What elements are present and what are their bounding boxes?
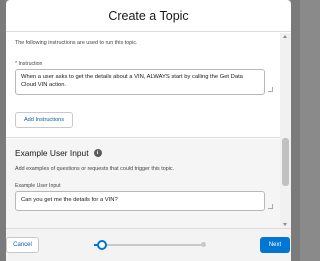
progress-final-step	[201, 242, 206, 247]
next-button[interactable]: Next	[260, 237, 290, 253]
example-input-label: Example User Input	[15, 183, 61, 189]
progress-indicator	[94, 240, 203, 250]
example-section-title: Example User Input i	[15, 148, 102, 158]
add-instructions-button[interactable]: Add Instructions	[15, 112, 73, 128]
info-icon[interactable]: i	[93, 149, 102, 157]
vertical-scrollbar[interactable]	[280, 33, 291, 228]
create-topic-modal: Create a Topic The following instruction…	[6, 0, 291, 261]
instruction-textarea[interactable]: When a user asks to get the details abou…	[15, 69, 265, 95]
resize-handle-icon[interactable]	[268, 204, 273, 209]
example-input-section: Example User Input i Add examples of que…	[6, 139, 280, 228]
backdrop-right	[291, 0, 300, 261]
scroll-thumb[interactable]	[282, 138, 289, 186]
scroll-down-arrow-icon[interactable]	[283, 223, 287, 226]
example-section-description: Add examples of questions or requests th…	[15, 166, 175, 172]
progress-current-step	[96, 240, 107, 250]
section-divider	[6, 137, 280, 138]
instruction-label-text: Instruction	[18, 61, 43, 67]
modal-body: The following instructions are used to r…	[6, 33, 291, 228]
modal-title: Create a Topic	[108, 8, 189, 23]
cancel-button[interactable]: Cancel	[6, 237, 39, 253]
resize-handle-icon[interactable]	[268, 87, 273, 92]
modal-header: Create a Topic	[6, 0, 291, 32]
example-section-title-text: Example User Input	[15, 148, 89, 158]
scroll-up-arrow-icon[interactable]	[283, 35, 287, 38]
instruction-field-label: * Instruction	[15, 61, 42, 67]
modal-footer: Cancel Next	[6, 228, 291, 261]
required-marker: *	[15, 61, 18, 67]
instructions-intro: The following instructions are used to r…	[15, 40, 138, 46]
example-input-field[interactable]: Can you get me the details for a VIN?	[15, 191, 265, 211]
